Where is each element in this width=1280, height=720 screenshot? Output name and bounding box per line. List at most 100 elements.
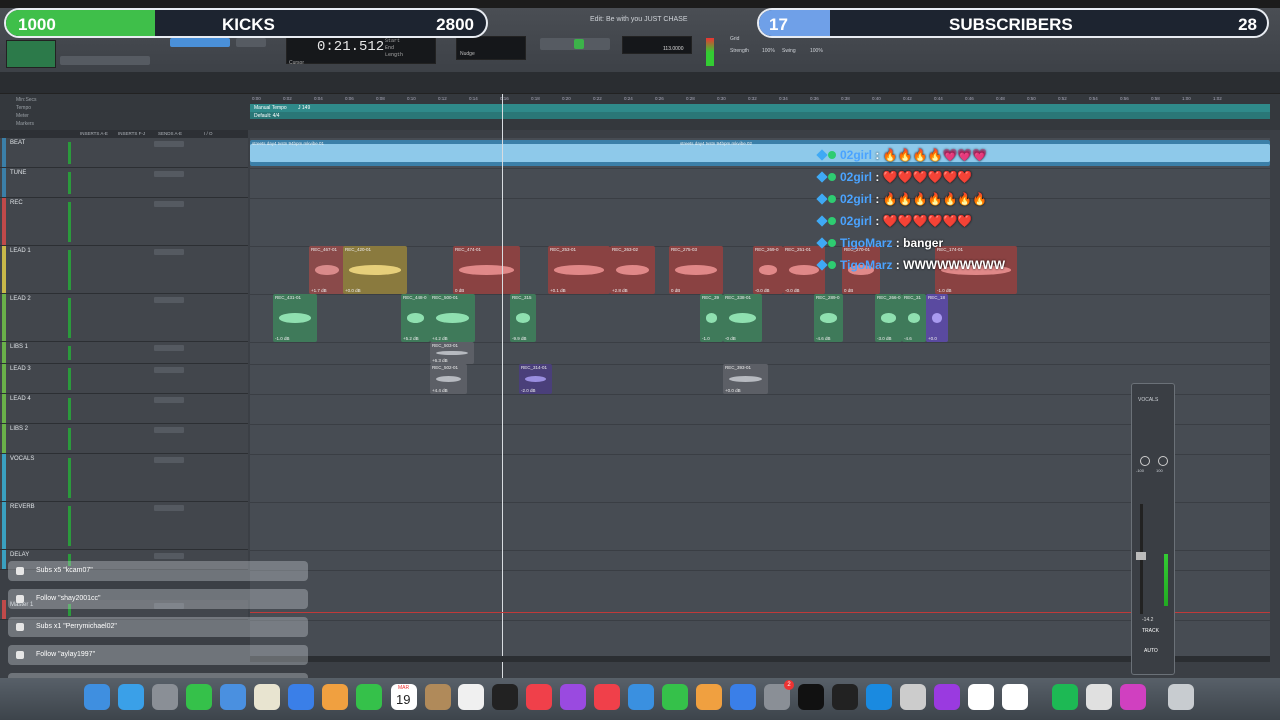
- track-name[interactable]: LIBS 2: [10, 426, 28, 432]
- audio-clip[interactable]: REC_503-01 +6.3 dB: [430, 342, 474, 364]
- finder-icon[interactable]: [84, 684, 110, 710]
- tool-buttons[interactable]: [236, 38, 266, 47]
- mail-icon[interactable]: [220, 684, 246, 710]
- protools-icon[interactable]: [798, 684, 824, 710]
- zoom-buttons[interactable]: [170, 38, 230, 47]
- appstore2-icon[interactable]: [730, 684, 756, 710]
- plugin-icon[interactable]: [968, 684, 994, 710]
- chrome-icon[interactable]: [1086, 684, 1112, 710]
- numbers-icon[interactable]: [662, 684, 688, 710]
- meter-ruler-bar[interactable]: Default: 4/4: [250, 112, 1270, 119]
- audio-clip[interactable]: REC_315 -9.9 dB: [510, 294, 536, 342]
- plugin-slot[interactable]: [154, 171, 184, 177]
- audio-clip[interactable]: REC_253-01 +0.1 dB: [548, 246, 610, 294]
- audio-clip[interactable]: REC_502-01 +4.4 dB: [430, 364, 467, 394]
- music-app-icon[interactable]: [934, 684, 960, 710]
- audio-clip[interactable]: REC_18 +0.0: [926, 294, 948, 342]
- music-icon[interactable]: [526, 684, 552, 710]
- safari-icon[interactable]: [118, 684, 144, 710]
- track-name[interactable]: LEAD 1: [10, 248, 31, 254]
- launchpad-icon[interactable]: [152, 684, 178, 710]
- track-header[interactable]: LEAD 3: [0, 364, 248, 394]
- audio-clip[interactable]: REC_338-01 -0 dB: [723, 294, 762, 342]
- plugin-slot[interactable]: [154, 505, 184, 511]
- track-name[interactable]: LEAD 4: [10, 396, 31, 402]
- plugin-slot[interactable]: [154, 367, 184, 373]
- beat-clip[interactable]: streets day4 tvstn 94bpm.mkvibe.01 stree…: [250, 140, 1270, 166]
- audio-clip[interactable]: REC_269-0 -0.0 dB: [753, 246, 783, 294]
- track-name[interactable]: TUNE: [10, 170, 26, 176]
- track-header[interactable]: REVERB: [0, 502, 248, 550]
- photos-icon[interactable]: [322, 684, 348, 710]
- track-header[interactable]: VOCALS: [0, 454, 248, 502]
- reminders-icon[interactable]: [458, 684, 484, 710]
- track-name[interactable]: DELAY: [10, 552, 29, 558]
- floating-channel-strip[interactable]: VOCALS -100 100 -14.2 TRACK AUTO: [1131, 383, 1175, 675]
- track-header[interactable]: REC: [0, 198, 248, 246]
- spotify-icon[interactable]: [1052, 684, 1078, 710]
- audio-clip[interactable]: REC_275-03 0 dB: [669, 246, 723, 294]
- track-header[interactable]: LIBS 2: [0, 424, 248, 454]
- audio-clip[interactable]: REC_448-0 +5.2 dB: [401, 294, 430, 342]
- appstore-icon[interactable]: [288, 684, 314, 710]
- audio-clip[interactable]: REC_474-01 0 dB: [453, 246, 520, 294]
- plugin-slot[interactable]: [154, 201, 184, 207]
- track-header[interactable]: TUNE: [0, 168, 248, 198]
- keynote-icon[interactable]: [628, 684, 654, 710]
- calendar-icon[interactable]: MAR 19: [391, 684, 417, 710]
- audio-clip[interactable]: REC_393-01 +0.0 dB: [723, 364, 768, 394]
- zoom-presets[interactable]: [60, 56, 150, 65]
- contacts-icon[interactable]: [425, 684, 451, 710]
- track-header[interactable]: LEAD 1: [0, 246, 248, 294]
- disk-icon[interactable]: [900, 684, 926, 710]
- audio-clip[interactable]: REC_314-01 -2.0 dB: [519, 364, 552, 394]
- facetime-icon[interactable]: [356, 684, 382, 710]
- track-header[interactable]: LEAD 4: [0, 394, 248, 424]
- appletv-icon[interactable]: [492, 684, 518, 710]
- plugin-slot[interactable]: [154, 249, 184, 255]
- track-name[interactable]: BEAT: [10, 140, 25, 146]
- tempo-display[interactable]: 113.0000: [622, 36, 692, 54]
- audio-clip[interactable]: REC_420-01 +0.0 dB: [343, 246, 407, 294]
- track-header[interactable]: LIBS 1: [0, 342, 248, 364]
- track-name[interactable]: REC: [10, 200, 23, 206]
- plugin-slot[interactable]: [154, 345, 184, 351]
- grid-nudge-display[interactable]: Nudge: [456, 36, 526, 60]
- trash-icon[interactable]: [1168, 684, 1194, 710]
- track-header[interactable]: BEAT: [0, 138, 248, 168]
- audio-clip[interactable]: REC_431-01 -1.0 dB: [273, 294, 317, 342]
- notes-icon[interactable]: [254, 684, 280, 710]
- track-header[interactable]: LEAD 2: [0, 294, 248, 342]
- plugin-slot[interactable]: [154, 553, 184, 559]
- playhead-cursor[interactable]: [502, 94, 503, 678]
- plugin-slot[interactable]: [154, 457, 184, 463]
- plugin-slot[interactable]: [154, 427, 184, 433]
- main-counter[interactable]: 0:21.512 Start End Length: [286, 34, 436, 64]
- plugin-slot[interactable]: [154, 141, 184, 147]
- edit-window-tracks[interactable]: [250, 138, 1270, 660]
- vpn-icon[interactable]: [1120, 684, 1146, 710]
- edit-mode-buttons[interactable]: [6, 40, 56, 68]
- track-name[interactable]: VOCALS: [10, 456, 34, 462]
- circle-icon[interactable]: [866, 684, 892, 710]
- tempo-ruler-bar[interactable]: Manual Tempo J 149: [250, 104, 1270, 112]
- fader-handle[interactable]: [1136, 552, 1146, 560]
- pages-icon[interactable]: [696, 684, 722, 710]
- messages-icon[interactable]: [186, 684, 212, 710]
- plugin-slot[interactable]: [154, 397, 184, 403]
- track-name[interactable]: LIBS 1: [10, 344, 28, 350]
- audio-clip[interactable]: REC_39 -1.0: [700, 294, 723, 342]
- unit-icon[interactable]: [1002, 684, 1028, 710]
- plugin-slot[interactable]: [154, 297, 184, 303]
- audio-clip[interactable]: REC_31 -4.6: [902, 294, 926, 342]
- track-name[interactable]: LEAD 2: [10, 296, 31, 302]
- audio-clip[interactable]: REC_289-0 -4.6 dB: [814, 294, 843, 342]
- pan-knob-left[interactable]: [1140, 456, 1150, 466]
- horizontal-scrollbar[interactable]: [250, 656, 1270, 662]
- podcasts-icon[interactable]: [560, 684, 586, 710]
- audio-clip[interactable]: REC_263-02 +2.8 dB: [610, 246, 655, 294]
- track-name[interactable]: REVERB: [10, 504, 35, 510]
- pan-knob-right[interactable]: [1158, 456, 1168, 466]
- audio-clip[interactable]: REC_500-01 +4.2 dB: [430, 294, 475, 342]
- play-button[interactable]: [574, 39, 584, 49]
